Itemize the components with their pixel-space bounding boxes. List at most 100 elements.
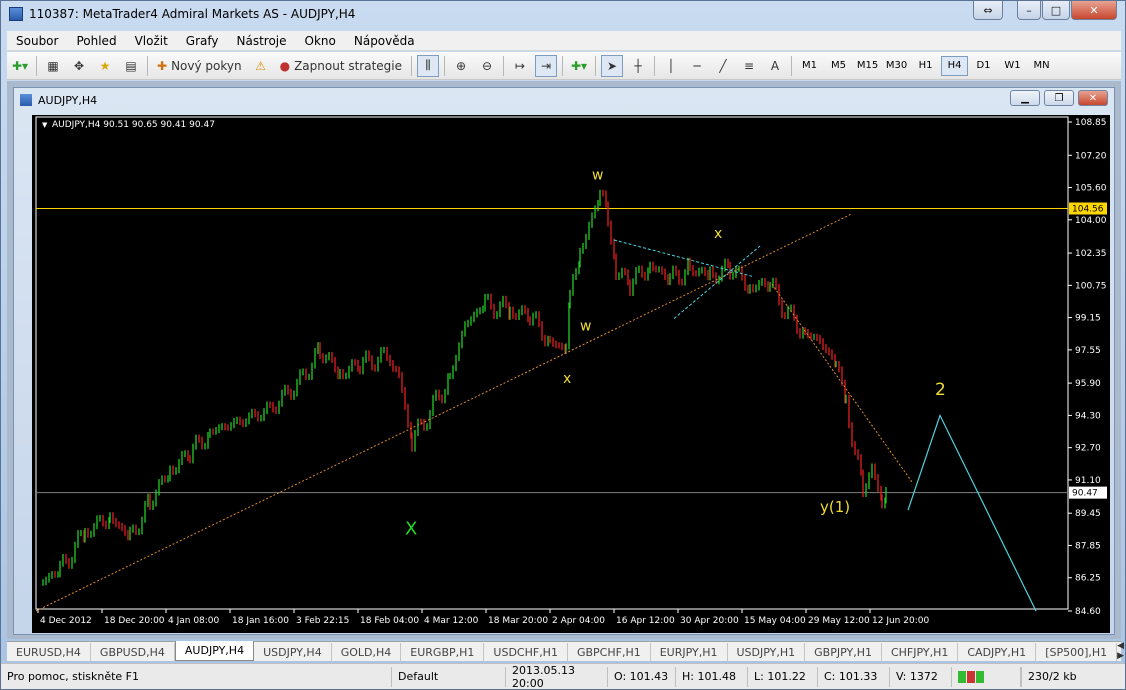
cursor-icon[interactable]: ➤ [601,54,624,77]
x-tick-label: 18 Dec 20:00 [104,616,165,626]
y-tick-label: 102.35 [1075,249,1107,259]
close-button[interactable]: ✕ [1071,1,1117,20]
chart-tab[interactable]: CHFJPY,H1 [882,643,959,661]
chart-window-title-bar: AUDJPY,H4 [20,91,97,109]
crosshair-window-icon[interactable]: ✥ [68,55,90,77]
favorites-star-icon[interactable]: ★ [94,55,116,77]
menu-item-3[interactable]: Grafy [177,34,228,48]
triangle-lower-line [673,245,761,319]
timeframe-m30[interactable]: M30 [883,56,910,76]
bar-chart-icon[interactable]: ⫼ [417,54,440,77]
y-tick-label: 99.15 [1075,314,1101,324]
level-price-label: 104.56 [1072,205,1104,215]
zoom-out-icon[interactable]: ⊖ [476,55,498,77]
chart-tabs: EURUSD,H4 GBPUSD,H4 AUDJPY,H4 USDJPY,H4 GOLD… [7,641,1124,661]
status-datetime: 2013.05.13 20:00 [505,664,607,690]
autoscroll-icon[interactable]: ↦ [509,55,531,77]
new-order-button[interactable]: ✚ Nový pokyn [153,55,246,77]
y-tick-label: 89.45 [1075,509,1101,519]
timeframe-h4[interactable]: H4 [941,55,969,76]
tab-scroll-arrows-icon[interactable]: ◀ ▶ [1117,641,1126,661]
fibonacci-icon[interactable]: ≡ [738,55,760,77]
maximize-button[interactable]: □ [1042,1,1070,20]
wave-label: 2 [935,380,946,400]
chart-window-title: AUDJPY,H4 [38,93,98,107]
y-tick-label: 84.60 [1075,607,1101,617]
wave-label: X [405,518,417,539]
restore-size-button[interactable]: ⇔ [973,1,1003,20]
chart-tab[interactable]: USDJPY,H1 [728,643,806,661]
app-window: 110387: MetaTrader4 Admiral Markets AS -… [0,0,1126,690]
wave-label: w [580,319,591,335]
x-tick-label: 18 Feb 04:00 [360,616,419,626]
menu-item-5[interactable]: Okno [296,34,345,48]
trendline-icon[interactable]: ╱ [712,55,734,77]
menu-item-0[interactable]: Soubor [7,34,67,48]
menu-item-2[interactable]: Vložit [126,34,177,48]
menu-item-6[interactable]: Nápověda [345,34,424,48]
chart-close-button[interactable]: ✕ [1078,90,1108,106]
chart-tab[interactable]: CADJPY,H1 [958,643,1037,661]
text-tool-button[interactable]: A [764,55,786,77]
price-chart[interactable]: 108.85 107.20 105.60 104.00 102.35 100.75 99.1… [32,115,1110,633]
chart-tab[interactable]: EURUSD,H4 [7,643,91,661]
terminal-icon[interactable]: ▤ [120,55,142,77]
chart-tab[interactable]: [SP500],H1 [1036,643,1118,661]
menu-item-1[interactable]: Pohled [67,34,125,48]
x-tick-label: 15 May 04:00 [744,616,806,626]
timeframe-m15[interactable]: M15 [854,56,881,76]
current-price-label: 90.47 [1072,489,1098,499]
chart-tab[interactable]: GBPCHF,H1 [568,643,651,661]
menu-item-4[interactable]: Nástroje [228,34,296,48]
timeframe-m1[interactable]: M1 [796,56,823,76]
chart-tab[interactable]: EURJPY,H1 [651,643,728,661]
timeframe-d1[interactable]: D1 [970,56,997,76]
y-tick-label: 105.60 [1075,184,1107,194]
indicators-icon[interactable]: ✚▾ [568,55,590,77]
chart-tab[interactable]: AUDJPY,H4 [174,641,255,661]
y-tick-label: 108.85 [1075,118,1107,128]
status-volume: V: 1372 [889,666,951,687]
chart-tab[interactable]: EURGBP,H1 [401,643,485,661]
chart-tab[interactable]: USDCHF,H1 [484,643,568,661]
warning-icon[interactable]: ⚠ [250,55,272,77]
price-chart-canvas[interactable]: 108.85 107.20 105.60 104.00 102.35 100.75 99.1… [32,115,1110,633]
profiles-icon[interactable]: ▦ [42,55,64,77]
chart-tab[interactable]: GBPUSD,H4 [91,643,175,661]
zoom-in-icon[interactable]: ⊕ [450,55,472,77]
horizontal-line-icon[interactable]: ─ [686,55,708,77]
chart-restore-button[interactable]: ❐ [1044,90,1074,106]
crosshair-icon[interactable]: ┼ [627,55,649,77]
chart-window-icon [20,94,32,106]
chart-tab[interactable]: GBPJPY,H1 [805,643,882,661]
new-order-icon: ✚ [157,58,168,73]
timeframe-h1[interactable]: H1 [912,56,939,76]
vertical-line-icon[interactable]: │ [660,55,682,77]
chart-tab[interactable]: USDJPY,H4 [254,643,332,661]
start-strategy-button[interactable]: ● Zapnout strategie [276,55,406,77]
connection-status-icon [951,666,1021,687]
new-chart-icon[interactable]: ✚▾ [9,55,31,77]
x-tick-label: 18 Mar 20:00 [488,616,548,626]
chart-shift-icon[interactable]: ⇥ [535,54,558,77]
timeframe-m5[interactable]: M5 [825,56,852,76]
title-bar: 110387: MetaTrader4 Admiral Markets AS -… [1,1,1125,27]
timeframe-w1[interactable]: W1 [999,56,1026,76]
main-toolbar: ✚▾ ▦ ✥ ★ ▤ ✚ Nový pokyn ⚠ ● Zapnout strate… [7,52,1121,80]
timeframe-mn[interactable]: MN [1028,56,1055,76]
y-tick-label: 94.30 [1075,411,1101,421]
y-tick-label: 86.25 [1075,574,1101,584]
triangle-upper-line [613,239,753,277]
chart-minimize-button[interactable]: ▁ [1010,90,1040,106]
x-tick-label: 4 Mar 12:00 [424,616,479,626]
timeframe-group: M1 M5 M15 M30 H1 H4 D1 W1 MN [795,55,1056,76]
wave-label: x [714,226,722,242]
chart-window: AUDJPY,H4 ▁ ❐ ✕ 108.85 107.20 105.60 104.00… [13,87,1115,635]
status-open: O: 101.43 [607,666,675,687]
wave-label: x [563,371,571,387]
status-close: C: 101.33 [817,666,889,687]
wave-label: w [592,167,603,183]
chart-tab[interactable]: GOLD,H4 [332,643,402,661]
wave-projection-line [907,413,1037,612]
minimize-button[interactable]: – [1017,1,1041,20]
